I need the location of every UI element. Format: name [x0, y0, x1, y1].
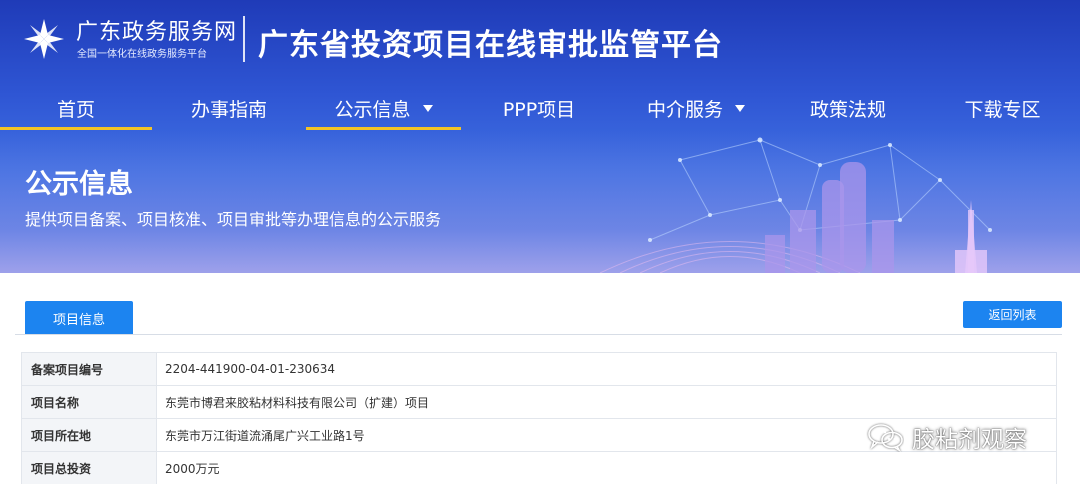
city-skyline-illustration [599, 137, 992, 273]
nav-item-label: 中介服务 [646, 99, 723, 121]
nav-item-label: 公示信息 [334, 99, 411, 121]
nav-item-label: 下载专区 [964, 99, 1041, 121]
nav-item-home[interactable]: 首页 [0, 87, 152, 130]
tab-divider [15, 334, 1062, 335]
table-row: 项目总投资 2000万元 [21, 451, 1057, 484]
table-key: 项目名称 [21, 385, 157, 419]
platform-title: 广东省投资项目在线审批监管平台 [258, 28, 723, 63]
nav-item-agency-services[interactable]: 中介服务 [617, 87, 775, 130]
table-key: 项目所在地 [21, 418, 157, 452]
section-subtitle: 提供项目备案、项目核准、项目审批等办理信息的公示服务 [25, 210, 442, 229]
wechat-icon [868, 424, 903, 452]
header-banner: 广东政务服务网 全国一体化在线政务服务平台 广东省投资项目在线审批监管平台 首页… [0, 0, 1080, 273]
nav-item-ppp[interactable]: PPP项目 [461, 87, 617, 130]
guangdong-gov-logo-icon [24, 19, 64, 59]
caret-down-icon [735, 105, 745, 112]
table-row: 备案项目编号 2204-441900-04-01-230634 [21, 352, 1057, 386]
header-divider [243, 16, 245, 62]
main-nav: 首页 办事指南 公示信息 PPP项目 中介服务 政策法规 下载专区 [0, 87, 1080, 130]
back-to-list-button[interactable]: 返回列表 [963, 301, 1062, 328]
nav-item-policies[interactable]: 政策法规 [775, 87, 921, 130]
nav-item-guide[interactable]: 办事指南 [152, 87, 306, 130]
table-value: 东莞市博君来胶粘材料科技有限公司（扩建）项目 [156, 385, 1057, 419]
table-value: 2000万元 [156, 451, 1057, 484]
nav-item-label: 首页 [56, 99, 95, 121]
tab-project-info[interactable]: 项目信息 [25, 301, 133, 335]
nav-item-downloads[interactable]: 下载专区 [925, 87, 1080, 130]
watermark: 胶粘剂观察 [866, 420, 1027, 454]
table-row: 项目名称 东莞市博君来胶粘材料科技有限公司（扩建）项目 [21, 385, 1057, 419]
logo-title: 广东政务服务网 [76, 20, 238, 45]
nav-item-label: 办事指南 [190, 99, 267, 121]
section-title: 公示信息 [25, 169, 133, 200]
nav-item-public-info[interactable]: 公示信息 [306, 87, 461, 130]
watermark-text: 胶粘剂观察 [912, 427, 1027, 453]
nav-item-label: 政策法规 [809, 99, 886, 121]
logo-subtitle: 全国一体化在线政务服务平台 [77, 49, 207, 60]
project-info-table: 备案项目编号 2204-441900-04-01-230634 项目名称 东莞市… [21, 352, 1057, 484]
caret-down-icon [422, 105, 433, 112]
table-key: 项目总投资 [21, 451, 157, 484]
nav-item-label: PPP项目 [502, 99, 576, 121]
table-value: 2204-441900-04-01-230634 [156, 352, 1057, 386]
table-key: 备案项目编号 [21, 352, 157, 386]
